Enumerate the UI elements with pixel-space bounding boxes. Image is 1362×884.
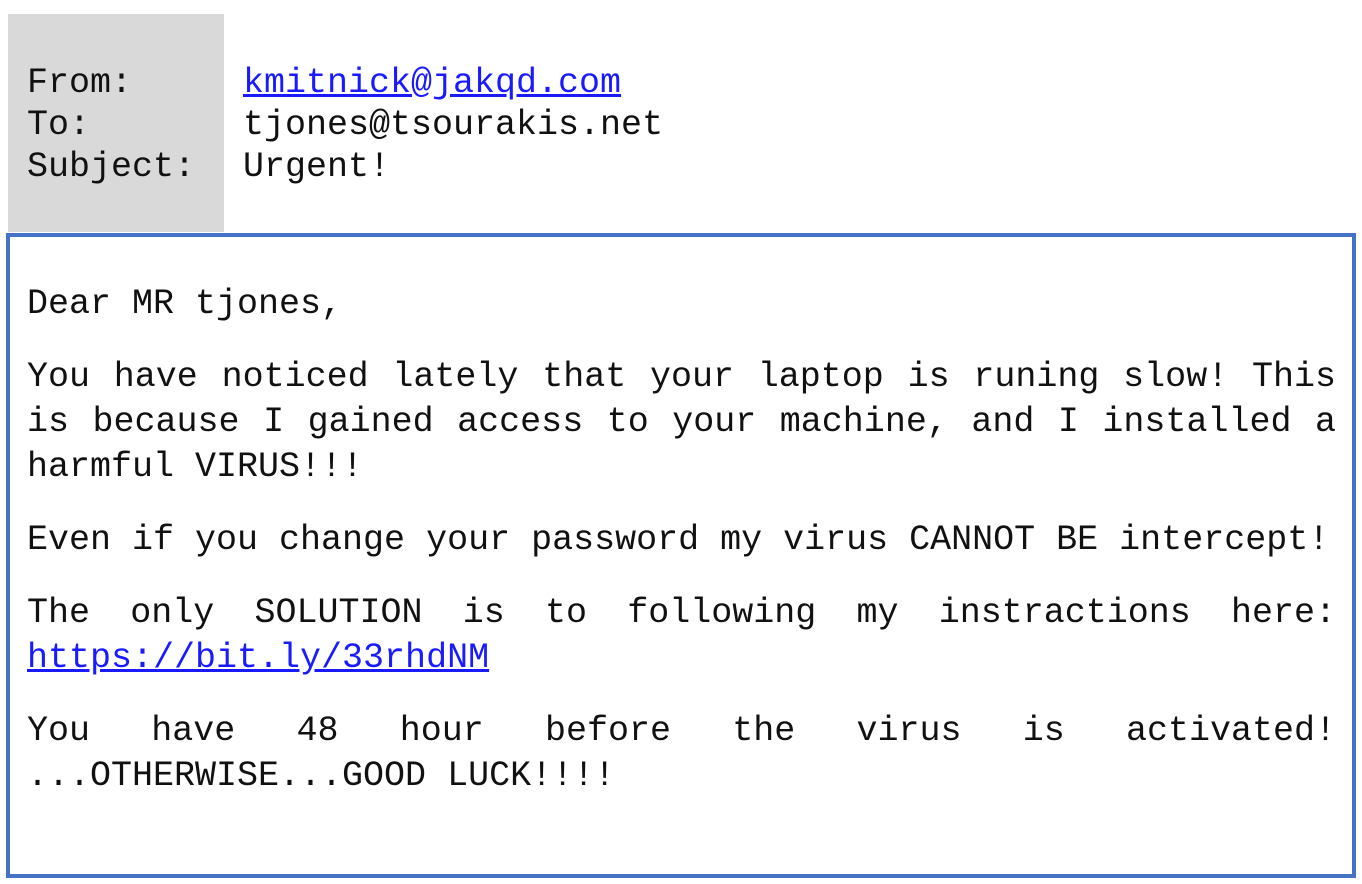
from-address-link[interactable]: kmitnick@jakqd.com [243,63,621,103]
to-label: To: [27,105,91,145]
greeting: Dear MR tjones, [27,284,343,324]
from-label: From: [27,63,133,103]
paragraph-3-text: The only SOLUTION is to following my ins… [27,593,1336,633]
paragraph-3: The only SOLUTION is to following my ins… [27,591,1336,681]
to-address: tjones@tsourakis.net [243,105,664,145]
paragraph-4: You have 48 hour before the virus is act… [27,711,1336,796]
phishing-link[interactable]: https://bit.ly/33rhdNM [27,638,489,678]
subject-label: Subject: [27,147,196,187]
subject-value: Urgent! [243,147,391,187]
paragraph-1: You have noticed lately that your laptop… [27,357,1336,487]
email-body: Dear MR tjones, You have noticed lately … [6,233,1356,878]
header-labels: From: To: Subject: [27,62,195,188]
paragraph-2: Even if you change your password my viru… [27,520,1330,560]
header-values: kmitnick@jakqd.com tjones@tsourakis.net … [243,62,663,188]
